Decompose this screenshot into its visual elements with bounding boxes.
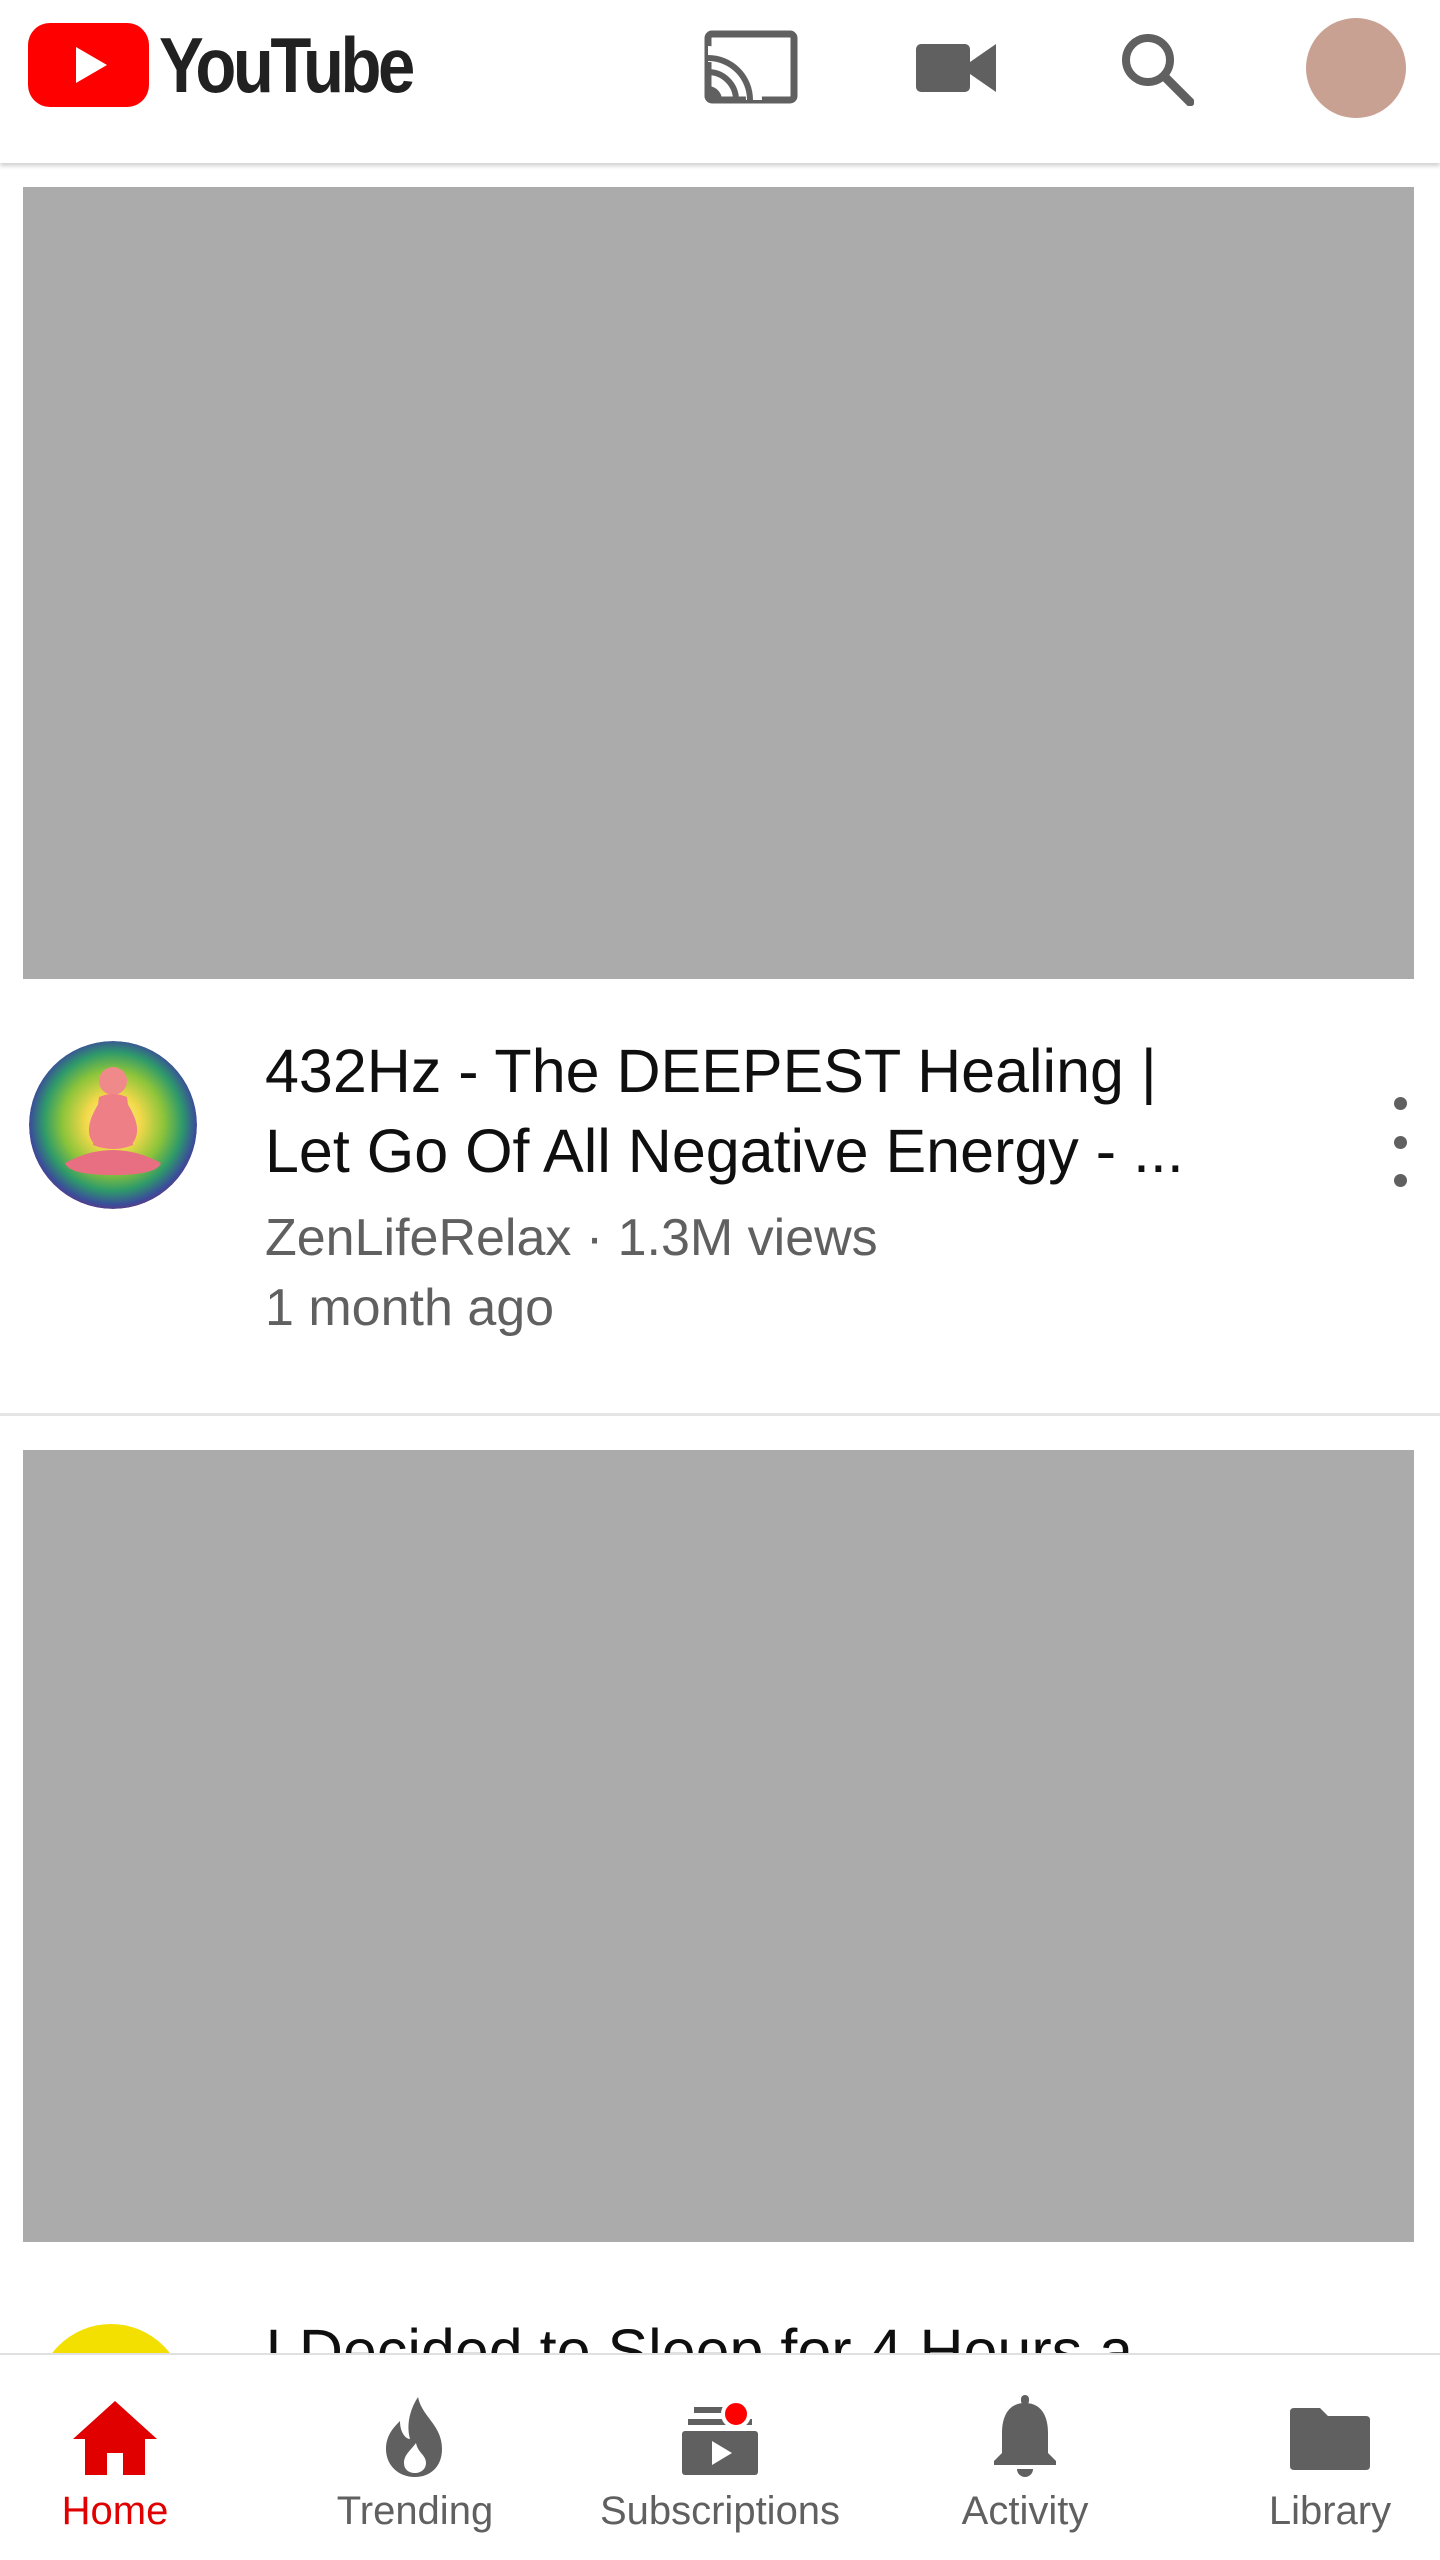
- video-title-line: 432Hz - The DEEPEST Healing |: [265, 1037, 1157, 1105]
- video-info: I Decided to Sleep for 4 Hours a...: [0, 2266, 1440, 2353]
- subscriptions-icon: [675, 2395, 765, 2479]
- cast-icon: [704, 30, 798, 104]
- nav-item-subscriptions[interactable]: Subscriptions: [578, 2355, 862, 2560]
- video-thumbnail[interactable]: [23, 1450, 1414, 2242]
- youtube-logo[interactable]: YouTube: [28, 21, 453, 109]
- video-thumbnail[interactable]: [23, 187, 1414, 979]
- avatar: [1306, 18, 1406, 118]
- channel-avatar[interactable]: [37, 2324, 185, 2353]
- folder-icon: [1285, 2395, 1375, 2479]
- video-feed[interactable]: 432Hz - The DEEPEST Healing | Let Go Of …: [0, 163, 1440, 2353]
- nav-item-trending[interactable]: Trending: [320, 2355, 510, 2560]
- nav-label: Library: [1268, 2489, 1392, 2533]
- notification-badge: [721, 2399, 751, 2429]
- account-button[interactable]: [1306, 18, 1406, 118]
- meditation-figure-icon: [29, 1041, 197, 1209]
- more-vert-icon: [1393, 1097, 1407, 1110]
- home-icon: [70, 2395, 160, 2479]
- video-title[interactable]: 432Hz - The DEEPEST Healing | Let Go Of …: [265, 1031, 1305, 1191]
- channel-and-views: ZenLifeRelax · 1.3M views: [265, 1209, 878, 1267]
- video-title-line: Let Go Of All Negative Energy - ...: [265, 1117, 1184, 1185]
- nav-label: Home: [61, 2489, 169, 2533]
- search-button[interactable]: [1106, 18, 1206, 118]
- channel-avatar[interactable]: [29, 1041, 197, 1209]
- bottom-navigation: Home Trending Subscriptions Activity Lib…: [0, 2353, 1440, 2560]
- nav-item-home[interactable]: Home: [30, 2355, 200, 2560]
- nav-item-activity[interactable]: Activity: [935, 2355, 1115, 2560]
- nav-label: Subscriptions: [599, 2489, 841, 2533]
- video-card[interactable]: I Decided to Sleep for 4 Hours a...: [0, 1416, 1440, 2353]
- upload-video-button[interactable]: [906, 18, 1006, 118]
- youtube-app: YouTube 432Hz - The DEEPEST Healing | Le…: [0, 0, 1440, 2560]
- more-options-button[interactable]: [1380, 1097, 1420, 1187]
- camera-icon: [916, 44, 996, 92]
- video-card[interactable]: 432Hz - The DEEPEST Healing | Let Go Of …: [0, 163, 1440, 1416]
- video-metadata: ZenLifeRelax · 1.3M views 1 month ago: [265, 1203, 878, 1343]
- logo-text: YouTube: [159, 21, 415, 109]
- nav-label: Activity: [961, 2489, 1089, 2533]
- video-info: 432Hz - The DEEPEST Healing | Let Go Of …: [0, 1031, 1440, 1371]
- nav-item-library[interactable]: Library: [1245, 2355, 1415, 2560]
- bell-icon: [980, 2395, 1070, 2479]
- youtube-play-icon: [28, 23, 149, 107]
- video-title-line: I Decided to Sleep for 4 Hours a...: [265, 2317, 1184, 2353]
- flame-icon: [370, 2395, 460, 2479]
- upload-age: 1 month ago: [265, 1279, 555, 1337]
- search-icon: [1122, 34, 1194, 106]
- more-vert-icon: [1393, 1135, 1407, 1149]
- video-title[interactable]: I Decided to Sleep for 4 Hours a...: [265, 2311, 1305, 2353]
- nav-label: Trending: [336, 2489, 494, 2533]
- cast-button[interactable]: [702, 18, 802, 118]
- more-vert-icon: [1393, 1174, 1407, 1187]
- top-app-bar: YouTube: [0, 0, 1440, 163]
